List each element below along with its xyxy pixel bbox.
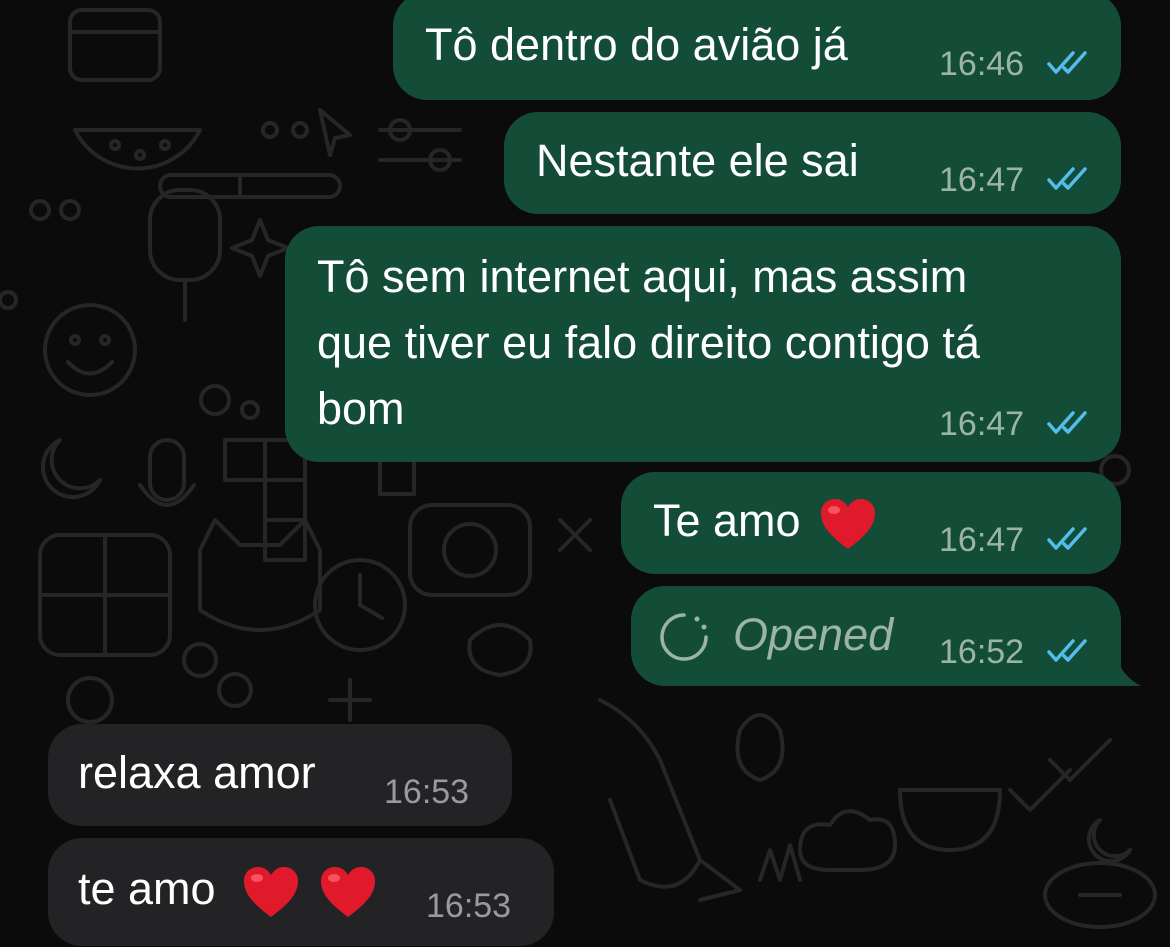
double-check-icon — [1047, 167, 1087, 190]
message-time: 16:47 — [939, 161, 1025, 199]
red-heart-icon — [320, 867, 375, 918]
message-text-line: que tiver eu falo direito contigo tá — [317, 317, 980, 368]
message-incoming[interactable]: relaxa amor 16:53 — [48, 724, 512, 826]
message-text-line: Tô sem internet aqui, mas assim — [317, 251, 968, 302]
message-time: 16:53 — [426, 887, 512, 925]
message-time: 16:52 — [939, 633, 1025, 671]
message-text: te amo — [78, 856, 377, 922]
red-heart-icon — [821, 499, 876, 550]
message-text-content: te amo — [78, 863, 216, 914]
message-text: Nestante ele sai — [536, 135, 859, 186]
bubble-tail — [1103, 650, 1141, 686]
double-check-icon — [1047, 411, 1087, 434]
message-text: Te amo — [653, 488, 877, 554]
message-text-line: bom — [317, 383, 405, 434]
message-text: relaxa amor — [78, 747, 316, 798]
message-text-content: Te amo — [653, 495, 801, 546]
double-check-icon — [1047, 51, 1087, 74]
message-time: 16:53 — [384, 773, 470, 811]
view-once-icon — [660, 613, 708, 661]
double-check-icon — [1047, 639, 1087, 662]
message-outgoing[interactable]: Tô sem internet aqui, mas assim que tive… — [285, 226, 1121, 462]
message-outgoing[interactable]: Nestante ele sai 16:47 — [504, 112, 1121, 214]
message-time: 16:47 — [939, 521, 1025, 559]
double-check-icon — [1047, 527, 1087, 550]
message-incoming[interactable]: te amo 16:53 — [48, 838, 554, 946]
message-text: Tô dentro do avião já — [425, 19, 848, 70]
red-heart-icon — [244, 867, 299, 918]
message-time: 16:46 — [939, 45, 1025, 83]
message-outgoing-view-once[interactable]: Opened 16:52 — [631, 586, 1121, 686]
view-once-label: Opened — [733, 609, 894, 660]
message-outgoing[interactable]: Te amo 16:47 — [621, 472, 1121, 574]
message-time: 16:47 — [939, 405, 1025, 443]
message-outgoing[interactable]: Tô dentro do avião já 16:46 — [393, 0, 1121, 100]
